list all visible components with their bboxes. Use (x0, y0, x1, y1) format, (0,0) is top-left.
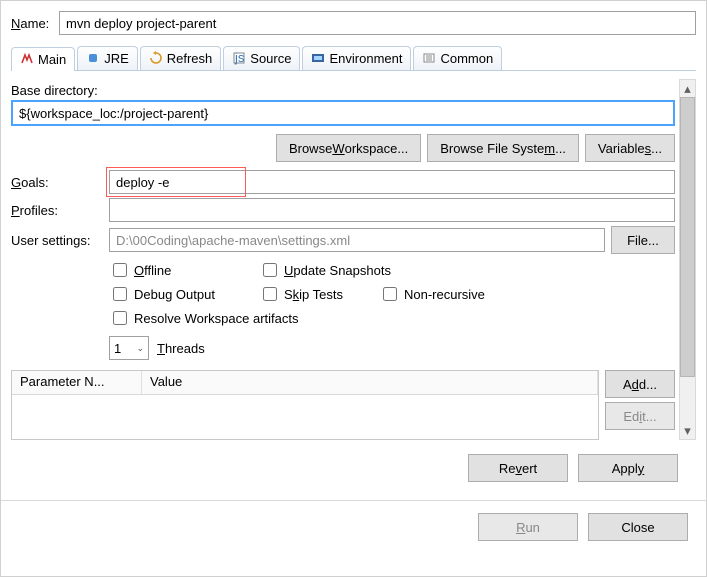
name-label: Name: (11, 16, 53, 31)
profiles-row: Profiles: (11, 198, 675, 222)
tab-label: Source (250, 51, 291, 66)
resolve-workspace-checkbox[interactable]: Resolve Workspace artifacts (109, 308, 299, 328)
content-wrap: Base directory: Browse Workspace... Brow… (11, 79, 696, 440)
tab-bar: Main JRE Refresh js Source Environment C… (11, 45, 696, 71)
tab-jre[interactable]: JRE (77, 46, 138, 70)
tab-label: Environment (329, 51, 402, 66)
profiles-input[interactable] (109, 198, 675, 222)
offline-checkbox[interactable]: Offline (109, 260, 239, 280)
main-tab-content: Base directory: Browse Workspace... Brow… (11, 79, 675, 440)
file-button[interactable]: File... (611, 226, 675, 254)
base-dir-label: Base directory: (11, 83, 675, 98)
parameters-area: Parameter N... Value Add... Edit... (11, 370, 675, 440)
tab-label: JRE (104, 51, 129, 66)
col-parameter-name[interactable]: Parameter N... (12, 371, 142, 394)
scroll-track[interactable] (680, 97, 695, 422)
revert-apply-row: Revert Apply (11, 440, 696, 482)
update-snapshots-checkbox[interactable]: Update Snapshots (259, 260, 391, 280)
tab-common[interactable]: Common (413, 46, 502, 70)
edit-button: Edit... (605, 402, 675, 430)
tab-label: Common (440, 51, 493, 66)
top-area: Name: Main JRE Refresh js Source En (1, 1, 706, 482)
common-icon (422, 51, 436, 65)
svg-text:js: js (234, 51, 245, 65)
tab-source[interactable]: js Source (223, 46, 300, 70)
run-button: Run (478, 513, 578, 541)
user-settings-input[interactable] (109, 228, 605, 252)
goals-input[interactable] (109, 170, 675, 194)
add-button[interactable]: Add... (605, 370, 675, 398)
close-button[interactable]: Close (588, 513, 688, 541)
threads-spinner[interactable]: 1 ⌄ (109, 336, 149, 360)
tab-environment[interactable]: Environment (302, 46, 411, 70)
source-icon: js (232, 51, 246, 65)
debug-output-checkbox[interactable]: Debug Output (109, 284, 239, 304)
base-dir-buttons: Browse Workspace... Browse File System..… (11, 134, 675, 162)
footer: Run Close (1, 501, 706, 553)
scroll-thumb[interactable] (680, 97, 695, 377)
goals-label: Goals: (11, 175, 103, 190)
table-header: Parameter N... Value (12, 371, 598, 395)
variables-button[interactable]: Variables... (585, 134, 675, 162)
goals-row: Goals: (11, 170, 675, 194)
table-body (12, 395, 598, 439)
jre-icon (86, 51, 100, 65)
apply-button[interactable]: Apply (578, 454, 678, 482)
environment-icon (311, 51, 325, 65)
profiles-label: Profiles: (11, 203, 103, 218)
scroll-up-icon[interactable]: ▴ (680, 80, 695, 97)
chevron-down-icon[interactable]: ⌄ (136, 343, 144, 354)
skip-tests-checkbox[interactable]: Skip Tests (259, 284, 359, 304)
parameters-table[interactable]: Parameter N... Value (11, 370, 599, 440)
revert-button[interactable]: Revert (468, 454, 568, 482)
checkbox-group: Offline Update Snapshots Debug Output Sk… (11, 260, 675, 360)
user-settings-label: User settings: (11, 233, 103, 248)
scroll-down-icon[interactable]: ▾ (680, 422, 695, 439)
vertical-scrollbar[interactable]: ▴ ▾ (679, 79, 696, 440)
non-recursive-checkbox[interactable]: Non-recursive (379, 284, 485, 304)
tab-label: Main (38, 52, 66, 67)
tab-label: Refresh (167, 51, 213, 66)
threads-row: 1 ⌄ Threads (109, 336, 675, 360)
name-input[interactable] (59, 11, 696, 35)
tab-main[interactable]: Main (11, 47, 75, 71)
base-dir-input[interactable] (11, 100, 675, 126)
name-row: Name: (11, 11, 696, 35)
run-config-dialog: Name: Main JRE Refresh js Source En (0, 0, 707, 577)
tab-refresh[interactable]: Refresh (140, 46, 222, 70)
refresh-icon (149, 51, 163, 65)
col-value[interactable]: Value (142, 371, 598, 394)
table-buttons: Add... Edit... (605, 370, 675, 440)
browse-filesystem-button[interactable]: Browse File System... (427, 134, 579, 162)
threads-value: 1 (114, 341, 121, 356)
user-settings-row: User settings: File... (11, 226, 675, 254)
maven-icon (20, 52, 34, 66)
threads-label: Threads (157, 341, 205, 356)
browse-workspace-button[interactable]: Browse Workspace... (276, 134, 421, 162)
